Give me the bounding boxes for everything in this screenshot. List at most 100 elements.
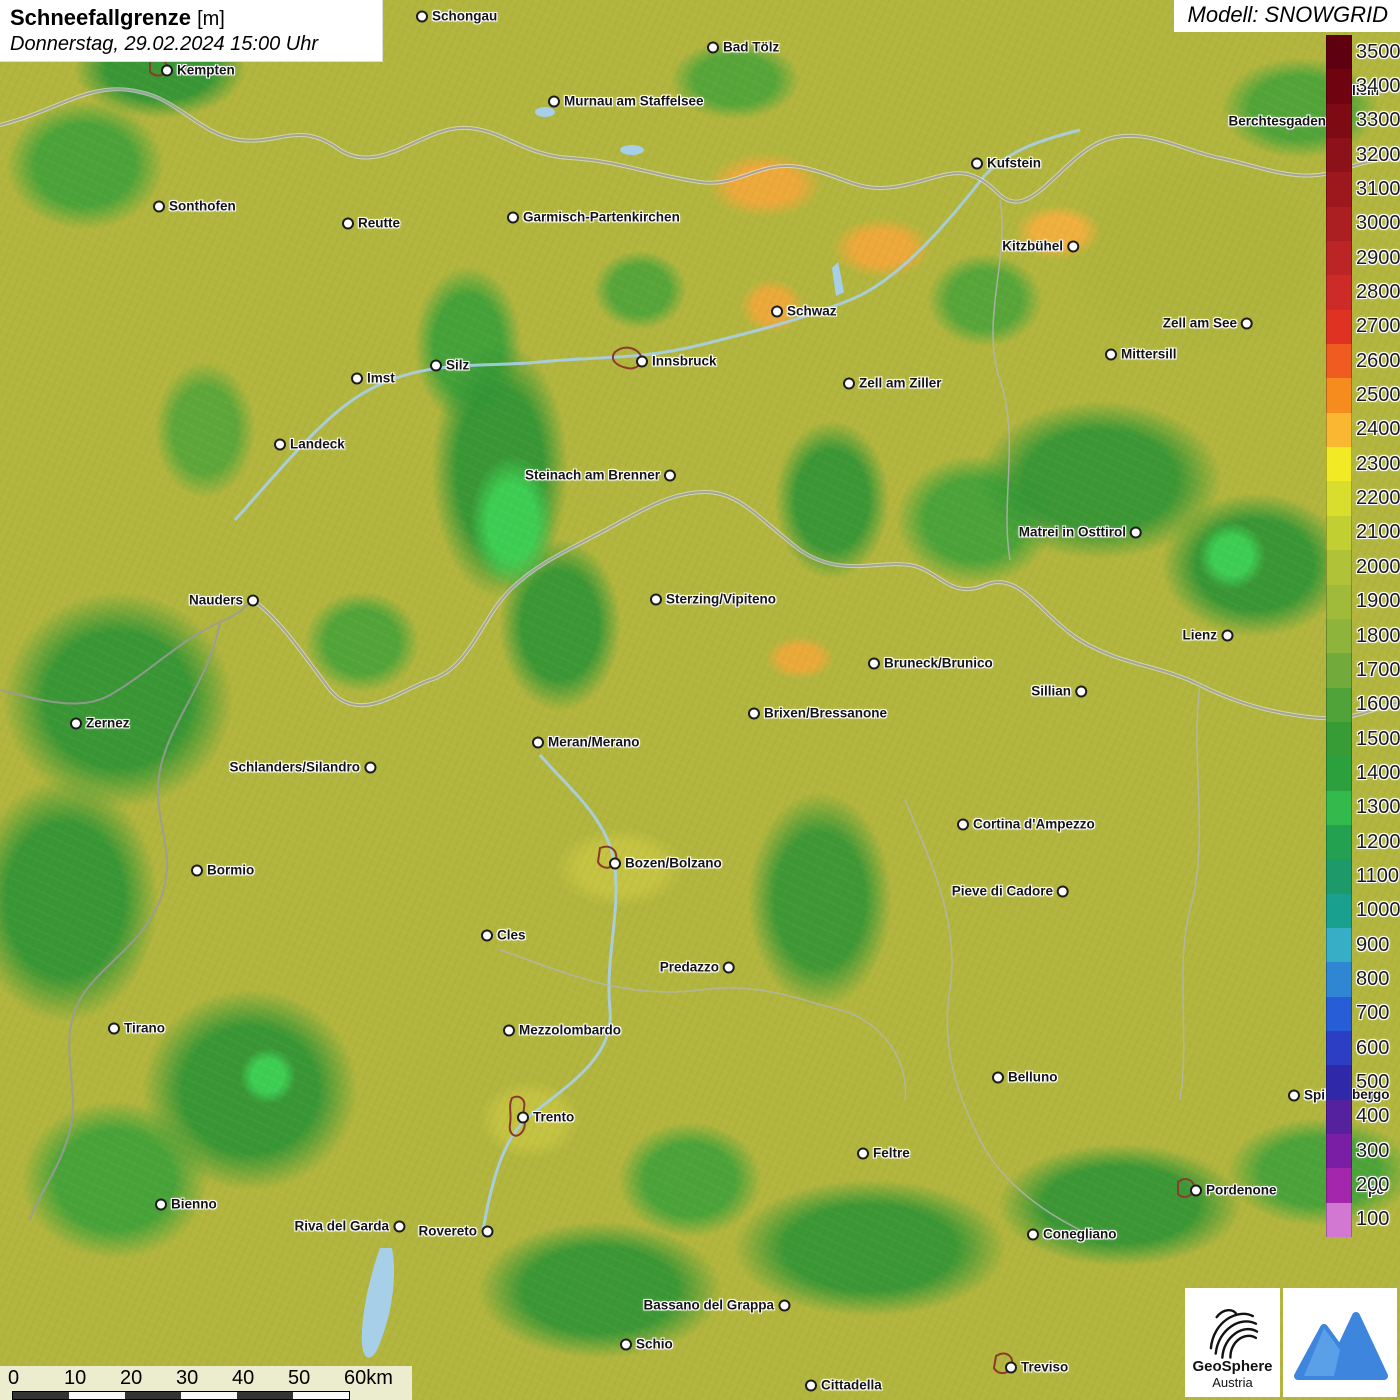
colorbar-row: 700 [1326,997,1400,1031]
colorbar-tick-label: 2100 [1356,521,1400,544]
city-label: Sonthofen [169,199,236,214]
colorbar-segment [1326,688,1352,722]
city-dot [1288,1089,1300,1101]
city-marker: Zernez [70,716,130,731]
city-marker: Sterzing/Vipiteno [650,592,776,607]
colorbar-row: 1600 [1326,688,1400,722]
city-marker: Pieve di Cadore [952,884,1069,899]
city-dot [430,359,442,371]
city-dot [857,1147,869,1159]
colorbar-tick-label: 200 [1356,1174,1389,1197]
city-label: Feltre [873,1146,910,1161]
colorbar-segment [1326,1203,1352,1237]
colorbar-row: 2800 [1326,275,1400,309]
colorbar-tick-label: 800 [1356,968,1389,991]
colorbar-segment [1326,1065,1352,1099]
scalebar-bar [12,1391,350,1400]
scalebar-tick-label: 20 [120,1367,142,1390]
city-label: Bassano del Grappa [643,1298,774,1313]
colorbar-segment [1326,447,1352,481]
city-dot [153,200,165,212]
map-title: Schneefallgrenze [10,5,191,30]
colorbar-segment [1326,35,1352,69]
city-label: Kufstein [987,156,1041,171]
city-label: Cittadella [821,1378,882,1393]
city-marker: Murnau am Staffelsee [548,94,704,109]
colorbar-tick-label: 1500 [1356,728,1400,751]
city-dot [108,1022,120,1034]
colorbar-tick-label: 2800 [1356,281,1400,304]
colorbar-segment [1326,241,1352,275]
colorbar-row: 900 [1326,928,1400,962]
city-dot [1130,526,1142,538]
colorbar-row: 1700 [1326,653,1400,687]
colorbar-row: 500 [1326,1065,1400,1099]
city-marker: Schongau [416,9,497,24]
city-label: Belluno [1008,1070,1058,1085]
city-marker: Cittadella [805,1378,882,1393]
city-label: Murnau am Staffelsee [564,94,704,109]
colorbar-tick-label: 600 [1356,1037,1389,1060]
colorbar-segment [1326,207,1352,241]
city-label: Trento [533,1110,574,1125]
colorbar-row: 3200 [1326,138,1400,172]
mountain-icon [1290,1298,1390,1388]
city-label: Schio [636,1337,673,1352]
colorbar-tick-label: 700 [1356,1002,1389,1025]
city-marker: Schwaz [771,304,837,319]
city-label: Conegliano [1043,1227,1117,1242]
city-marker: Schio [620,1337,673,1352]
colorbar-tick-label: 3500 [1356,41,1400,64]
city-label: Bad Tölz [723,40,779,55]
city-dot [364,761,376,773]
colorbar-tick-label: 2900 [1356,247,1400,270]
city-marker: Belluno [992,1070,1058,1085]
city-dot [1067,240,1079,252]
colorbar-tick-label: 300 [1356,1140,1389,1163]
colorbar-segment [1326,791,1352,825]
blue-mountain-logo [1283,1288,1397,1397]
colorbar-segment [1326,962,1352,996]
colorbar-row: 300 [1326,1134,1400,1168]
city-label: Schongau [432,9,497,24]
colorbar-segment [1326,413,1352,447]
city-dot [609,857,621,869]
city-dot [532,736,544,748]
city-dot [843,377,855,389]
colorbar-segment [1326,550,1352,584]
colorbar-row: 100 [1326,1203,1400,1237]
city-label: Bruneck/Brunico [884,656,993,671]
colorbar-tick-label: 1200 [1356,831,1400,854]
city-label: Lienz [1182,628,1217,643]
colorbar-segment [1326,344,1352,378]
colorbar-tick-label: 1900 [1356,590,1400,613]
city-dot [342,217,354,229]
colorbar-segment [1326,69,1352,103]
city-label: Bormio [207,863,254,878]
city-dot [664,469,676,481]
colorbar-segment [1326,104,1352,138]
geosphere-austria-logo: GeoSphere Austria [1185,1288,1280,1397]
colorbar-row: 3000 [1326,207,1400,241]
scalebar-segment [69,1392,125,1399]
colorbar-tick-label: 3100 [1356,178,1400,201]
colorbar-tick-label: 2400 [1356,418,1400,441]
city-label: Rovereto [418,1224,477,1239]
colorbar-segment [1326,1100,1352,1134]
scalebar-segment [125,1392,181,1399]
colorbar-segment [1326,516,1352,550]
colorbar-row: 2400 [1326,413,1400,447]
scalebar-tick-label: 0 [8,1367,19,1390]
colorbar-tick-label: 2300 [1356,453,1400,476]
elevation-colorbar: 3500340033003200310030002900280027002600… [1326,35,1400,1237]
city-dot [1057,885,1069,897]
city-dot [957,818,969,830]
colorbar-tick-label: 1300 [1356,796,1400,819]
colorbar-tick-label: 3000 [1356,212,1400,235]
city-marker: Conegliano [1027,1227,1117,1242]
scalebar-segment [293,1392,349,1399]
city-marker: Bormio [191,863,254,878]
colorbar-tick-label: 1600 [1356,693,1400,716]
city-marker: Garmisch-Partenkirchen [507,210,680,225]
city-dot [650,593,662,605]
